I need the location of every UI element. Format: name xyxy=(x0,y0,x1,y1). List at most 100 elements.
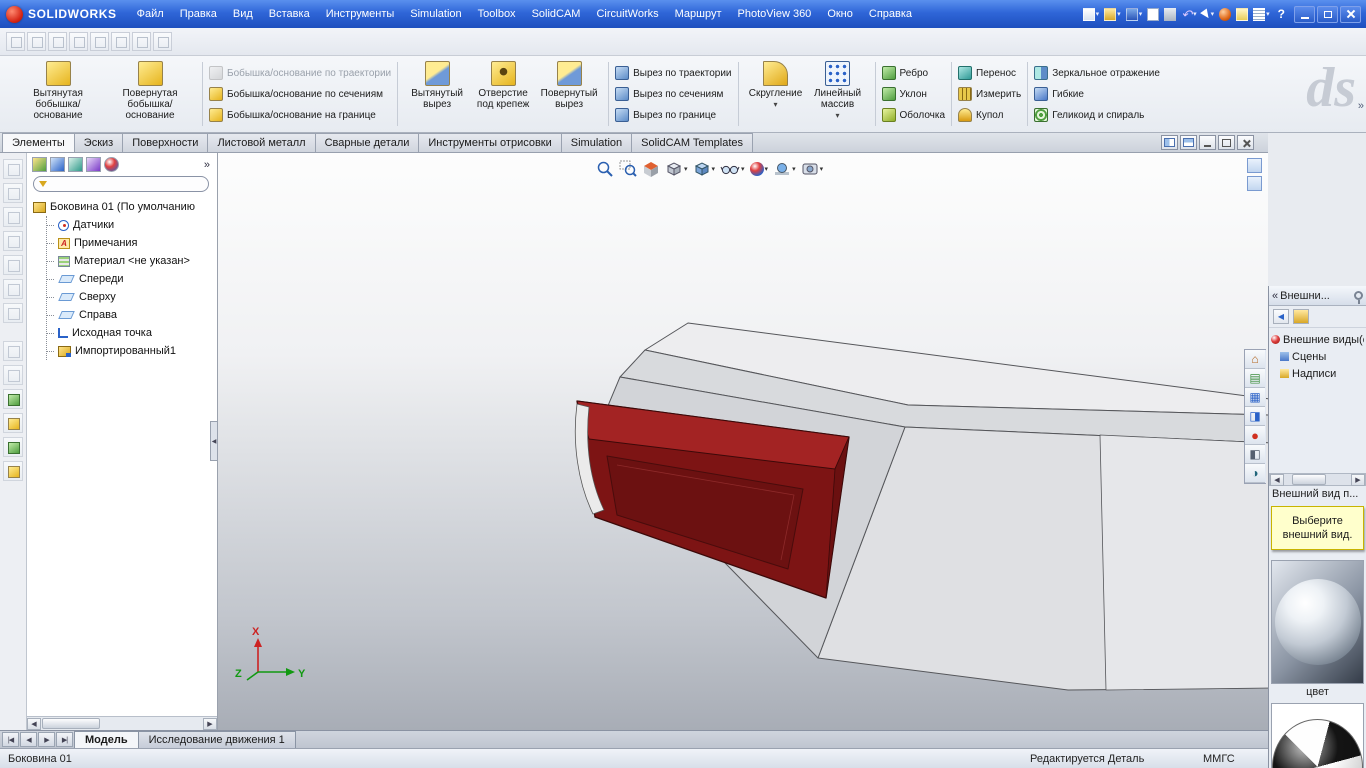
toolbar-icon-7[interactable] xyxy=(132,32,151,51)
extruded-cut-button[interactable]: Вытянутый вырез xyxy=(404,59,470,110)
dropdown-arrow-icon[interactable]: ▾ xyxy=(1139,10,1143,18)
toolbar-icon-3[interactable] xyxy=(48,32,67,51)
boundary-cut-button[interactable]: Вырез по границе xyxy=(615,106,731,124)
graphics-viewport[interactable]: X Y Z ▾ ▾ ▾ ▾ ▾ ▾ xyxy=(218,153,1268,730)
revolved-boss-button[interactable]: Повернутая бобышка/основание xyxy=(104,59,196,121)
units-indicator[interactable]: ММГС xyxy=(1203,753,1235,765)
linear-pattern-button[interactable]: Линейный массив ▾ xyxy=(807,59,869,120)
menu-tools[interactable]: Инструменты xyxy=(318,4,403,24)
menu-route[interactable]: Маршрут xyxy=(667,4,730,24)
toolbar-icon-6[interactable] xyxy=(111,32,130,51)
rib-button[interactable]: Ребро xyxy=(881,64,946,82)
last-tab-icon[interactable]: ▶| xyxy=(56,732,73,747)
menu-solidcam[interactable]: SolidCAM xyxy=(524,4,589,24)
menu-toolbox[interactable]: Toolbox xyxy=(470,4,524,24)
side-tool-icon-12[interactable] xyxy=(3,437,23,457)
dropdown-arrow-icon[interactable]: ▾ xyxy=(1266,10,1270,18)
displaymanager-icon[interactable] xyxy=(104,157,119,172)
menu-simulation[interactable]: Simulation xyxy=(402,4,469,24)
taskpane-item-decals[interactable]: Надписи xyxy=(1271,365,1364,382)
menu-help[interactable]: Справка xyxy=(861,4,920,24)
help-icon[interactable]: ? xyxy=(1273,4,1290,24)
menu-circuitworks[interactable]: CircuitWorks xyxy=(588,4,666,24)
side-tool-icon-7[interactable] xyxy=(3,303,23,323)
open-icon[interactable]: ▾ xyxy=(1102,4,1123,24)
color-swatch[interactable] xyxy=(1271,560,1364,684)
custom-properties-icon[interactable]: ◧ xyxy=(1245,445,1265,464)
file-explorer-icon[interactable]: ▦ xyxy=(1245,388,1265,407)
flex-button[interactable]: Гибкие xyxy=(1034,85,1160,103)
scroll-left-icon[interactable]: ◀ xyxy=(1270,473,1284,486)
tree-item-origin[interactable]: Исходная точка xyxy=(47,324,217,342)
tree-filter-box[interactable] xyxy=(33,176,209,192)
zoom-area-icon[interactable] xyxy=(619,160,637,178)
scrollbar-thumb[interactable] xyxy=(1292,474,1326,485)
draft-button[interactable]: Уклон xyxy=(881,85,946,103)
prev-tab-icon[interactable]: ◀ xyxy=(20,732,37,747)
toolbar-icon-4[interactable] xyxy=(69,32,88,51)
panel-overflow-icon[interactable]: » xyxy=(204,159,212,171)
swept-cut-button[interactable]: Вырез по траектории xyxy=(615,64,732,82)
dropdown-arrow-icon[interactable]: ▾ xyxy=(684,165,688,173)
side-tool-icon-13[interactable] xyxy=(3,461,23,481)
menu-window[interactable]: Окно xyxy=(819,4,861,24)
tab-simulation[interactable]: Simulation xyxy=(560,133,633,152)
tab-weldments[interactable]: Сварные детали xyxy=(314,133,420,152)
document-recovery-icon[interactable]: ◑ xyxy=(1245,464,1265,483)
render-icon[interactable] xyxy=(1217,4,1233,24)
toolbar-icon-2[interactable] xyxy=(27,32,46,51)
toolbar-icon-1[interactable] xyxy=(6,32,25,51)
design-library-icon[interactable]: ▤ xyxy=(1245,369,1265,388)
dropdown-arrow-icon[interactable]: ▾ xyxy=(1096,10,1100,18)
boundary-boss-button[interactable]: Бобышка/основание на границе xyxy=(209,106,391,124)
appearances-tab-icon[interactable]: ● xyxy=(1245,426,1265,445)
configurationmanager-icon[interactable] xyxy=(68,157,83,172)
toolbar-icon-5[interactable] xyxy=(90,32,109,51)
close-document-icon[interactable] xyxy=(1237,135,1254,150)
dropdown-arrow-icon[interactable]: ▾ xyxy=(1117,10,1121,18)
side-tool-icon-6[interactable] xyxy=(3,279,23,299)
tab-features[interactable]: Элементы xyxy=(2,133,75,152)
side-tool-icon-11[interactable] xyxy=(3,413,23,433)
select-icon[interactable]: ▾ xyxy=(1199,4,1217,24)
solidworks-resources-icon[interactable]: ⌂ xyxy=(1245,350,1265,369)
swept-boss-button[interactable]: Бобышка/основание по траектории xyxy=(209,64,391,82)
ribbon-overflow-icon[interactable]: » xyxy=(1358,100,1364,112)
3d-model[interactable]: X Y Z xyxy=(218,153,1268,730)
revolved-cut-button[interactable]: Повернутый вырез xyxy=(536,59,602,110)
scrollbar-thumb[interactable] xyxy=(42,718,100,729)
split-pane-icon[interactable] xyxy=(1161,135,1178,150)
side-tool-icon-3[interactable] xyxy=(3,207,23,227)
mirror-button[interactable]: Зеркальное отражение xyxy=(1034,64,1160,82)
tree-item-imported[interactable]: Импортированный1 xyxy=(47,342,217,360)
menu-view[interactable]: Вид xyxy=(225,4,261,24)
fillet-dropdown-icon[interactable]: ▾ xyxy=(774,100,778,109)
scroll-right-icon[interactable]: ▶ xyxy=(203,717,217,730)
note-icon[interactable] xyxy=(1234,4,1250,24)
tab-motion-study[interactable]: Исследование движения 1 xyxy=(137,731,296,748)
menu-edit[interactable]: Правка xyxy=(172,4,225,24)
menu-file[interactable]: Файл xyxy=(129,4,172,24)
undo-icon[interactable]: ▾ xyxy=(1179,4,1198,24)
side-tool-icon-4[interactable] xyxy=(3,231,23,251)
taskpane-item-scenes[interactable]: Сцены xyxy=(1271,348,1364,365)
viewport-pane-icon-2[interactable] xyxy=(1247,176,1262,191)
move-button[interactable]: Перенос xyxy=(958,64,1021,82)
edit-appearance-icon[interactable]: ▾ xyxy=(749,162,769,176)
propertymanager-icon[interactable] xyxy=(50,157,65,172)
scroll-right-icon[interactable]: ▶ xyxy=(1351,473,1365,486)
dropdown-arrow-icon[interactable]: ▾ xyxy=(765,165,769,173)
scroll-left-icon[interactable]: ◀ xyxy=(27,717,41,730)
minimize-document-icon[interactable] xyxy=(1199,135,1216,150)
table-icon[interactable] xyxy=(1145,4,1161,24)
next-tab-icon[interactable]: ▶ xyxy=(38,732,55,747)
toolbar-icon-8[interactable] xyxy=(153,32,172,51)
collapse-chevrons-icon[interactable]: « xyxy=(1272,290,1278,302)
tree-horizontal-scrollbar[interactable]: ◀ ▶ xyxy=(27,716,217,730)
helix-spiral-button[interactable]: Геликоид и спираль xyxy=(1034,106,1160,124)
taskpane-scrollbar[interactable]: ◀ ▶ xyxy=(1269,473,1366,486)
dropdown-arrow-icon[interactable]: ▾ xyxy=(792,165,796,173)
taskpane-item-appearances[interactable]: Внешние виды(с xyxy=(1271,331,1364,348)
model-right-face[interactable] xyxy=(1099,434,1268,691)
panel-collapse-arrow[interactable]: ◀ xyxy=(210,421,218,461)
